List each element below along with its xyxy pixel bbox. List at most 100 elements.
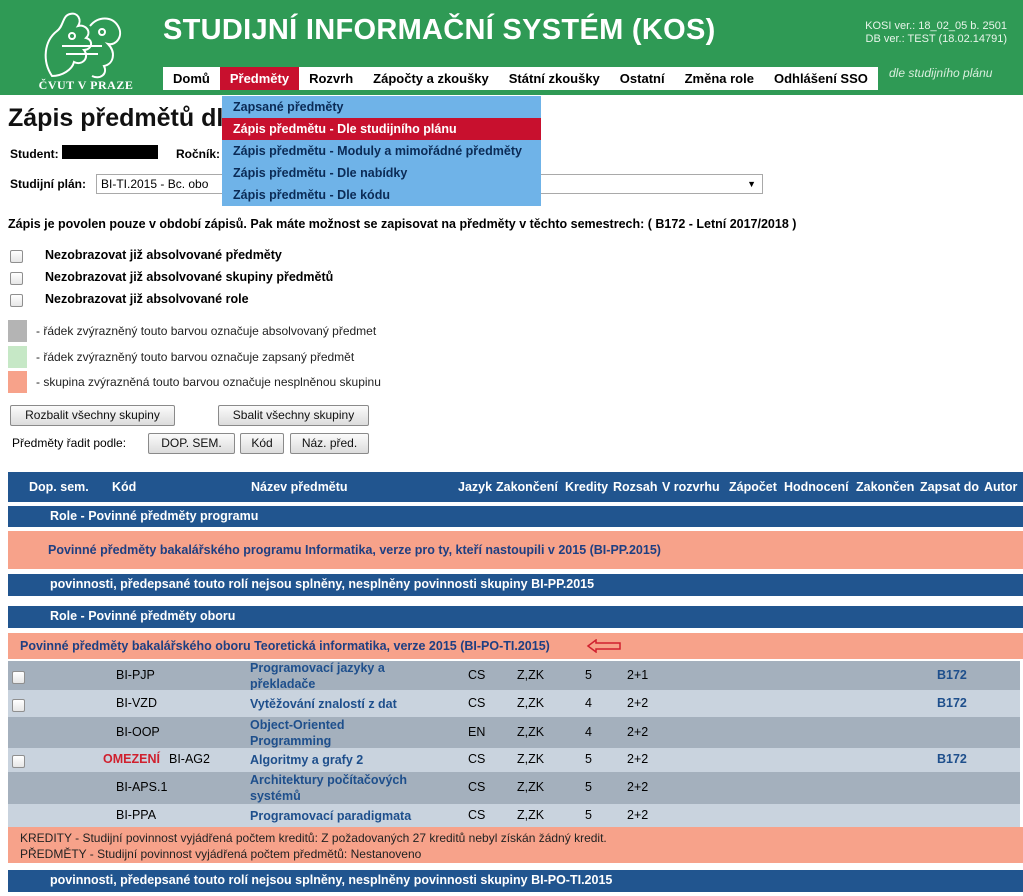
col-grade: Hodnocení <box>784 480 849 494</box>
sort-by-code-button[interactable]: Kód <box>240 433 284 454</box>
expand-all-button[interactable]: Rozbalit všechny skupiny <box>10 405 175 426</box>
filter-hide-passed-groups[interactable]: Nezobrazovat již absolvované skupiny pře… <box>10 270 333 285</box>
course-code: BI-APS.1 <box>116 780 168 794</box>
course-completion: Z,ZK <box>517 780 545 794</box>
enroll-semester-link[interactable]: B172 <box>937 668 967 682</box>
page-title: Zápis předmětů dle <box>8 104 238 132</box>
year-label: Ročník: <box>176 147 221 161</box>
course-language: CS <box>468 696 486 710</box>
nav-state-exams[interactable]: Státní zkoušky <box>499 67 610 90</box>
legend-text: - řádek zvýrazněný touto barvou označuje… <box>36 350 355 364</box>
col-credit: Zápočet <box>729 480 777 494</box>
db-version: DB ver.: TEST (18.02.14791) <box>865 33 1007 45</box>
restriction-badge: OMEZENÍ <box>103 752 160 766</box>
enroll-checkbox[interactable] <box>12 755 25 768</box>
course-credits: 4 <box>585 725 592 739</box>
course-name[interactable]: Object-Oriented <box>250 717 344 733</box>
course-credits: 5 <box>585 668 592 682</box>
filter-hide-passed-subjects[interactable]: Nezobrazovat již absolvované předměty <box>10 248 282 263</box>
role-header-program[interactable]: Role - Povinné předměty programu <box>8 506 1023 527</box>
role-title: Role - Povinné předměty oboru <box>50 609 236 623</box>
col-completed: Zakončen <box>856 480 915 494</box>
course-name[interactable]: Programovací jazyky a <box>250 660 385 676</box>
checkbox[interactable] <box>10 250 23 263</box>
legend-passed: - řádek zvýrazněný touto barvou označuje… <box>8 320 408 342</box>
nav-logout[interactable]: Odhlášení SSO <box>764 67 878 90</box>
legend-swatch <box>8 371 27 393</box>
enroll-semester-link[interactable]: B172 <box>937 752 967 766</box>
col-in-schedule: V rozvrhu <box>662 480 720 494</box>
checkbox[interactable] <box>10 294 23 307</box>
group-title: Povinné předměty bakalářského programu I… <box>48 543 661 557</box>
nav-subjects[interactable]: Předměty <box>219 67 300 90</box>
subjects-dropdown-menu: Zapsané předměty Zápis předmětu - Dle st… <box>222 96 541 206</box>
role-status: povinnosti, předepsané touto rolí nejsou… <box>50 577 595 591</box>
subnav-hint: dle studijního plánu <box>889 66 993 80</box>
course-range: 2+2 <box>627 780 649 794</box>
menu-enroll-by-offer[interactable]: Zápis předmětu - Dle nabídky <box>222 162 541 184</box>
app-header: ČVUT V PRAZE STUDIJNÍ INFORMAČNÍ SYSTÉM … <box>0 0 1023 95</box>
redacted-student-name <box>62 145 158 159</box>
group-header-program[interactable]: Povinné předměty bakalářského programu I… <box>8 531 1023 569</box>
checkbox[interactable] <box>10 272 23 285</box>
sort-by-name-button[interactable]: Náz. před. <box>290 433 369 454</box>
enroll-checkbox[interactable] <box>12 671 25 684</box>
legend-text: - řádek zvýrazněný touto barvou označuje… <box>36 324 377 338</box>
course-code: BI-PJP <box>116 668 155 682</box>
role-header-field[interactable]: Role - Povinné předměty oboru <box>8 606 1023 628</box>
group-requirements-info: KREDITY - Studijní povinnost vyjádřená p… <box>8 827 1023 863</box>
course-name-continued[interactable]: Programming <box>250 733 331 749</box>
col-completion: Zakončení <box>496 480 558 494</box>
collapse-all-button[interactable]: Sbalit všechny skupiny <box>218 405 369 426</box>
col-semester[interactable]: Dop. sem. <box>29 480 89 494</box>
sort-by-semester-button[interactable]: DOP. SEM. <box>148 433 235 454</box>
enrollment-notice: Zápis je povolen pouze v období zápisů. … <box>8 217 797 231</box>
course-credits: 5 <box>585 780 592 794</box>
nav-change-role[interactable]: Změna role <box>675 67 764 90</box>
menu-enroll-modules[interactable]: Zápis předmětu - Moduly a mimořádné před… <box>222 140 541 162</box>
course-name[interactable]: Vytěžování znalostí z dat <box>250 696 397 712</box>
plan-label: Studijní plán: <box>10 177 86 191</box>
study-plan-value: BI-TI.2015 - Bc. obo <box>101 177 209 191</box>
col-code[interactable]: Kód <box>112 480 136 494</box>
course-credits: 5 <box>585 752 592 766</box>
enroll-semester-link[interactable]: B172 <box>937 696 967 710</box>
filter-hide-passed-roles[interactable]: Nezobrazovat již absolvované role <box>10 292 249 307</box>
table-row: OMEZENÍ BI-AG2 Algoritmy a grafy 2 CS Z,ZK 5 2… <box>8 748 1020 772</box>
course-completion: Z,ZK <box>517 696 545 710</box>
course-name[interactable]: Programovací paradigmata <box>250 808 411 824</box>
course-range: 2+2 <box>627 725 649 739</box>
course-range: 2+2 <box>627 752 649 766</box>
menu-enrolled-subjects[interactable]: Zapsané předměty <box>222 96 541 118</box>
main-nav: Domů Předměty Rozvrh Zápočty a zkoušky S… <box>163 67 878 90</box>
role-footer-program: povinnosti, předepsané touto rolí nejsou… <box>8 574 1023 596</box>
course-credits: 5 <box>585 808 592 822</box>
course-name[interactable]: Architektury počítačových <box>250 772 407 788</box>
course-name[interactable]: Algoritmy a grafy 2 <box>250 752 363 768</box>
logo-text: ČVUT V PRAZE <box>38 78 134 92</box>
nav-home[interactable]: Domů <box>163 67 220 90</box>
col-name[interactable]: Název předmětu <box>251 480 348 494</box>
course-language: CS <box>468 808 486 822</box>
col-credits: Kredity <box>565 480 609 494</box>
group-title: Povinné předměty bakalářského oboru Teor… <box>20 639 550 653</box>
course-name-continued[interactable]: systémů <box>250 788 301 804</box>
nav-exams[interactable]: Zápočty a zkoušky <box>363 67 499 90</box>
menu-enroll-by-plan[interactable]: Zápis předmětu - Dle studijního plánu <box>222 118 541 140</box>
menu-enroll-by-code[interactable]: Zápis předmětu - Dle kódu <box>222 184 541 206</box>
col-author: Autor <box>984 480 1018 494</box>
course-language: EN <box>468 725 486 739</box>
course-range: 2+2 <box>627 808 649 822</box>
course-code: BI-OOP <box>116 725 160 739</box>
student-label: Student: <box>10 147 59 161</box>
legend-swatch <box>8 320 27 342</box>
enroll-checkbox[interactable] <box>12 699 25 712</box>
col-range: Rozsah <box>613 480 658 494</box>
group-header-field[interactable]: Povinné předměty bakalářského oboru Teor… <box>8 633 1023 659</box>
table-header: Dop. sem. Kód Název předmětu Jazyk Zakon… <box>8 472 1023 502</box>
nav-schedule[interactable]: Rozvrh <box>299 67 363 90</box>
course-completion: Z,ZK <box>517 668 545 682</box>
course-language: CS <box>468 752 486 766</box>
nav-other[interactable]: Ostatní <box>610 67 675 90</box>
checkbox-label: Nezobrazovat již absolvované předměty <box>45 248 282 262</box>
